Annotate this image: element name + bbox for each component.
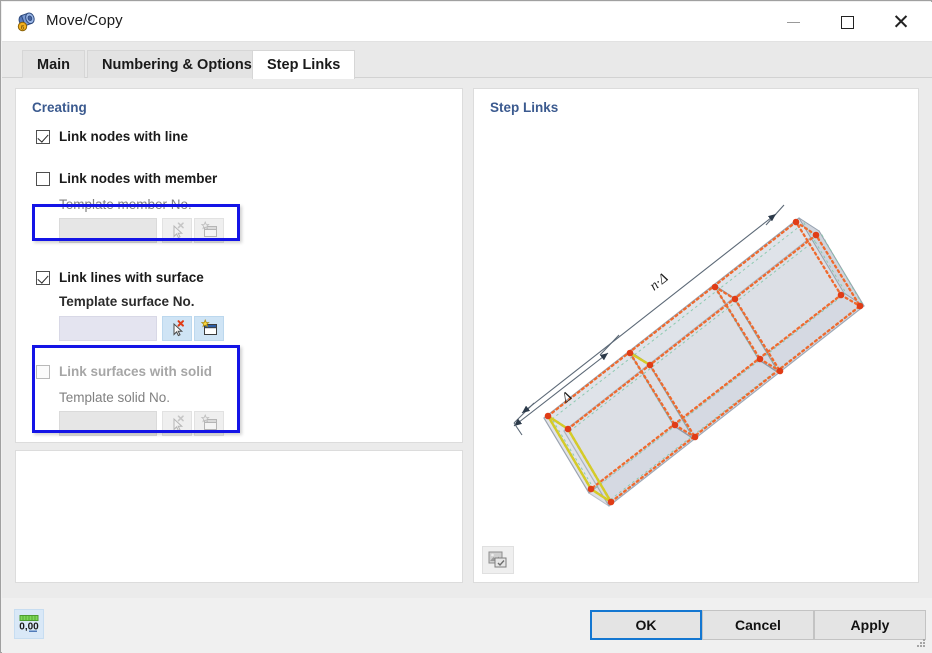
- dialog-footer: 0,00 OK Cancel Apply: [2, 598, 932, 653]
- units-button[interactable]: 0,00: [14, 609, 44, 639]
- tab-strip: Main Numbering & Options Step Links: [2, 42, 932, 79]
- svg-text:6: 6: [21, 24, 25, 31]
- label-template-surface-no: Template surface No.: [59, 294, 195, 309]
- apply-button[interactable]: Apply: [814, 610, 926, 640]
- checkbox-box: [36, 270, 50, 285]
- dialog-content: Creating Link nodes with line Link nodes…: [2, 78, 932, 598]
- creating-panel: Creating Link nodes with line Link nodes…: [15, 88, 463, 443]
- pick-deselect-button-solid: [162, 411, 192, 436]
- tab-label: Numbering & Options: [102, 56, 252, 73]
- checkbox-link-lines-with-surface[interactable]: Link lines with surface: [36, 270, 204, 285]
- checkbox-label: Link nodes with line: [59, 129, 189, 144]
- input-template-solid-no: [59, 411, 157, 436]
- pick-deselect-button-member[interactable]: [162, 218, 192, 243]
- maximize-button[interactable]: [824, 3, 870, 41]
- cancel-button-label: Cancel: [735, 617, 781, 633]
- new-template-button-member[interactable]: [194, 218, 224, 243]
- label-template-solid-no: Template solid No.: [59, 390, 171, 405]
- move-copy-icon: 6: [16, 11, 38, 33]
- step-links-diagram: n·Δ Δ: [513, 204, 865, 507]
- preview-image-button[interactable]: [482, 546, 514, 574]
- resize-grip-icon[interactable]: [915, 637, 927, 649]
- checkbox-link-nodes-with-line[interactable]: Link nodes with line: [36, 129, 188, 144]
- new-template-button-solid: [194, 411, 224, 436]
- checkbox-label: Link surfaces with solid: [59, 364, 213, 379]
- input-template-surface-no[interactable]: [59, 316, 157, 341]
- close-icon: ✕: [892, 10, 910, 34]
- creating-panel-title: Creating: [32, 100, 87, 115]
- checkbox-link-nodes-with-member[interactable]: Link nodes with member: [36, 171, 217, 186]
- preview-panel: Step Links n·Δ Δ: [473, 88, 919, 583]
- units-0-00-icon: 0,00: [19, 615, 39, 633]
- pick-deselect-button-surface[interactable]: [162, 316, 192, 341]
- apply-button-label: Apply: [850, 617, 890, 633]
- pick-deselect-icon: [173, 222, 184, 239]
- tab-label: Main: [37, 56, 71, 73]
- cancel-button[interactable]: Cancel: [702, 610, 814, 640]
- checkbox-box: [36, 129, 50, 144]
- pick-deselect-icon: [173, 415, 184, 432]
- tab-main[interactable]: Main: [22, 50, 86, 78]
- checkbox-label: Link nodes with member: [59, 171, 218, 186]
- checkbox-label: Link lines with surface: [59, 270, 204, 285]
- tab-label: Step Links: [267, 57, 341, 73]
- ok-button-label: OK: [635, 617, 657, 633]
- move-copy-dialog: 6 Move/Copy ✕ Main Numbering & Options S…: [0, 0, 932, 653]
- empty-panel: [15, 450, 463, 583]
- title-bar: 6 Move/Copy ✕: [2, 2, 932, 42]
- minimize-icon: [786, 21, 800, 23]
- tab-step-links[interactable]: Step Links: [252, 50, 356, 79]
- checkbox-link-surfaces-with-solid: Link surfaces with solid: [36, 364, 212, 379]
- close-button[interactable]: ✕: [878, 3, 924, 41]
- label-template-member-no: Template member No.: [59, 197, 192, 212]
- new-template-icon: [200, 221, 217, 237]
- dimension-label-total: n·Δ: [647, 271, 671, 294]
- checkbox-box: [36, 171, 50, 186]
- pick-deselect-icon: [173, 320, 184, 337]
- new-template-icon: [200, 319, 217, 335]
- input-template-member-no[interactable]: [59, 218, 157, 243]
- maximize-icon: [840, 15, 854, 29]
- new-template-button-surface[interactable]: [194, 316, 224, 341]
- tab-numbering-options[interactable]: Numbering & Options: [87, 50, 267, 78]
- checkbox-box: [36, 364, 50, 379]
- preview-image-icon: [488, 551, 507, 568]
- ok-button[interactable]: OK: [590, 610, 702, 640]
- new-template-icon: [200, 414, 217, 430]
- minimize-button[interactable]: [770, 3, 816, 41]
- window-title: Move/Copy: [46, 12, 123, 29]
